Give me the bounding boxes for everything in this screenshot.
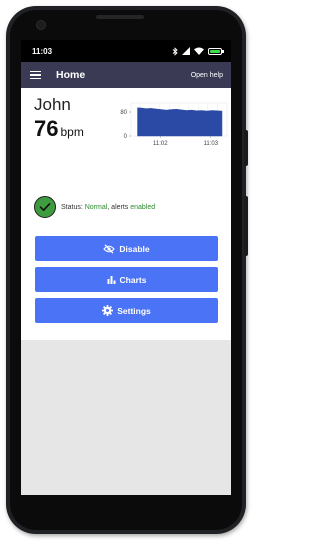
chart-series-area — [137, 107, 223, 137]
check-icon — [34, 196, 56, 218]
main-panel: John 76 bpm 80 0 11:02 11:03 Status: Normal,… — [21, 88, 231, 340]
status-icons — [172, 46, 224, 56]
gear-icon — [102, 305, 114, 316]
clock: 11:03 — [32, 46, 53, 56]
chart-xtick-label: 11:02 — [153, 141, 168, 147]
speaker-grille — [96, 15, 144, 19]
heart-rate-readout: 76 bpm — [34, 116, 84, 142]
disable-button[interactable]: Disable — [35, 236, 218, 261]
signal-icon — [182, 47, 190, 55]
chart-ytick-label: 0 — [124, 134, 128, 140]
charts-label: Charts — [119, 274, 147, 285]
status-bar: 11:03 — [21, 40, 231, 62]
app-bar: Home Open help — [21, 62, 231, 88]
hamburger-menu-icon[interactable] — [30, 70, 41, 80]
power-button[interactable] — [244, 130, 248, 166]
disable-label: Disable — [119, 243, 150, 254]
status-row: Status: Normal, alerts enabled — [34, 196, 155, 218]
settings-button[interactable]: Settings — [35, 298, 218, 323]
bluetooth-icon — [172, 46, 178, 56]
status-text: Status: Normal, alerts enabled — [61, 204, 155, 211]
open-help-link[interactable]: Open help — [191, 72, 223, 79]
chart-xtick-label: 11:03 — [204, 141, 219, 147]
bpm-value: 76 — [34, 116, 59, 141]
page-title: Home — [56, 69, 86, 81]
battery-icon — [208, 47, 224, 55]
status-prefix: Status: — [61, 203, 85, 211]
patient-name: John — [34, 95, 71, 114]
eye-slash-icon — [103, 243, 116, 254]
alerts-state: enabled — [130, 203, 156, 211]
status-middle: , alerts — [107, 203, 131, 211]
settings-label: Settings — [117, 305, 151, 316]
camera-icon — [36, 20, 46, 30]
bpm-unit: bpm — [60, 125, 84, 139]
charts-button[interactable]: Charts — [35, 267, 218, 292]
wifi-icon — [194, 47, 204, 55]
status-state: Normal — [84, 203, 108, 211]
volume-button[interactable] — [244, 196, 248, 256]
heart-rate-chart: 80 0 11:02 11:03 — [120, 102, 228, 147]
app-screen: 11:03 Home Open help John 76 bpm 80 0 11… — [21, 40, 231, 495]
bar-chart-icon — [107, 276, 116, 284]
chart-ytick-label: 80 — [120, 110, 127, 116]
